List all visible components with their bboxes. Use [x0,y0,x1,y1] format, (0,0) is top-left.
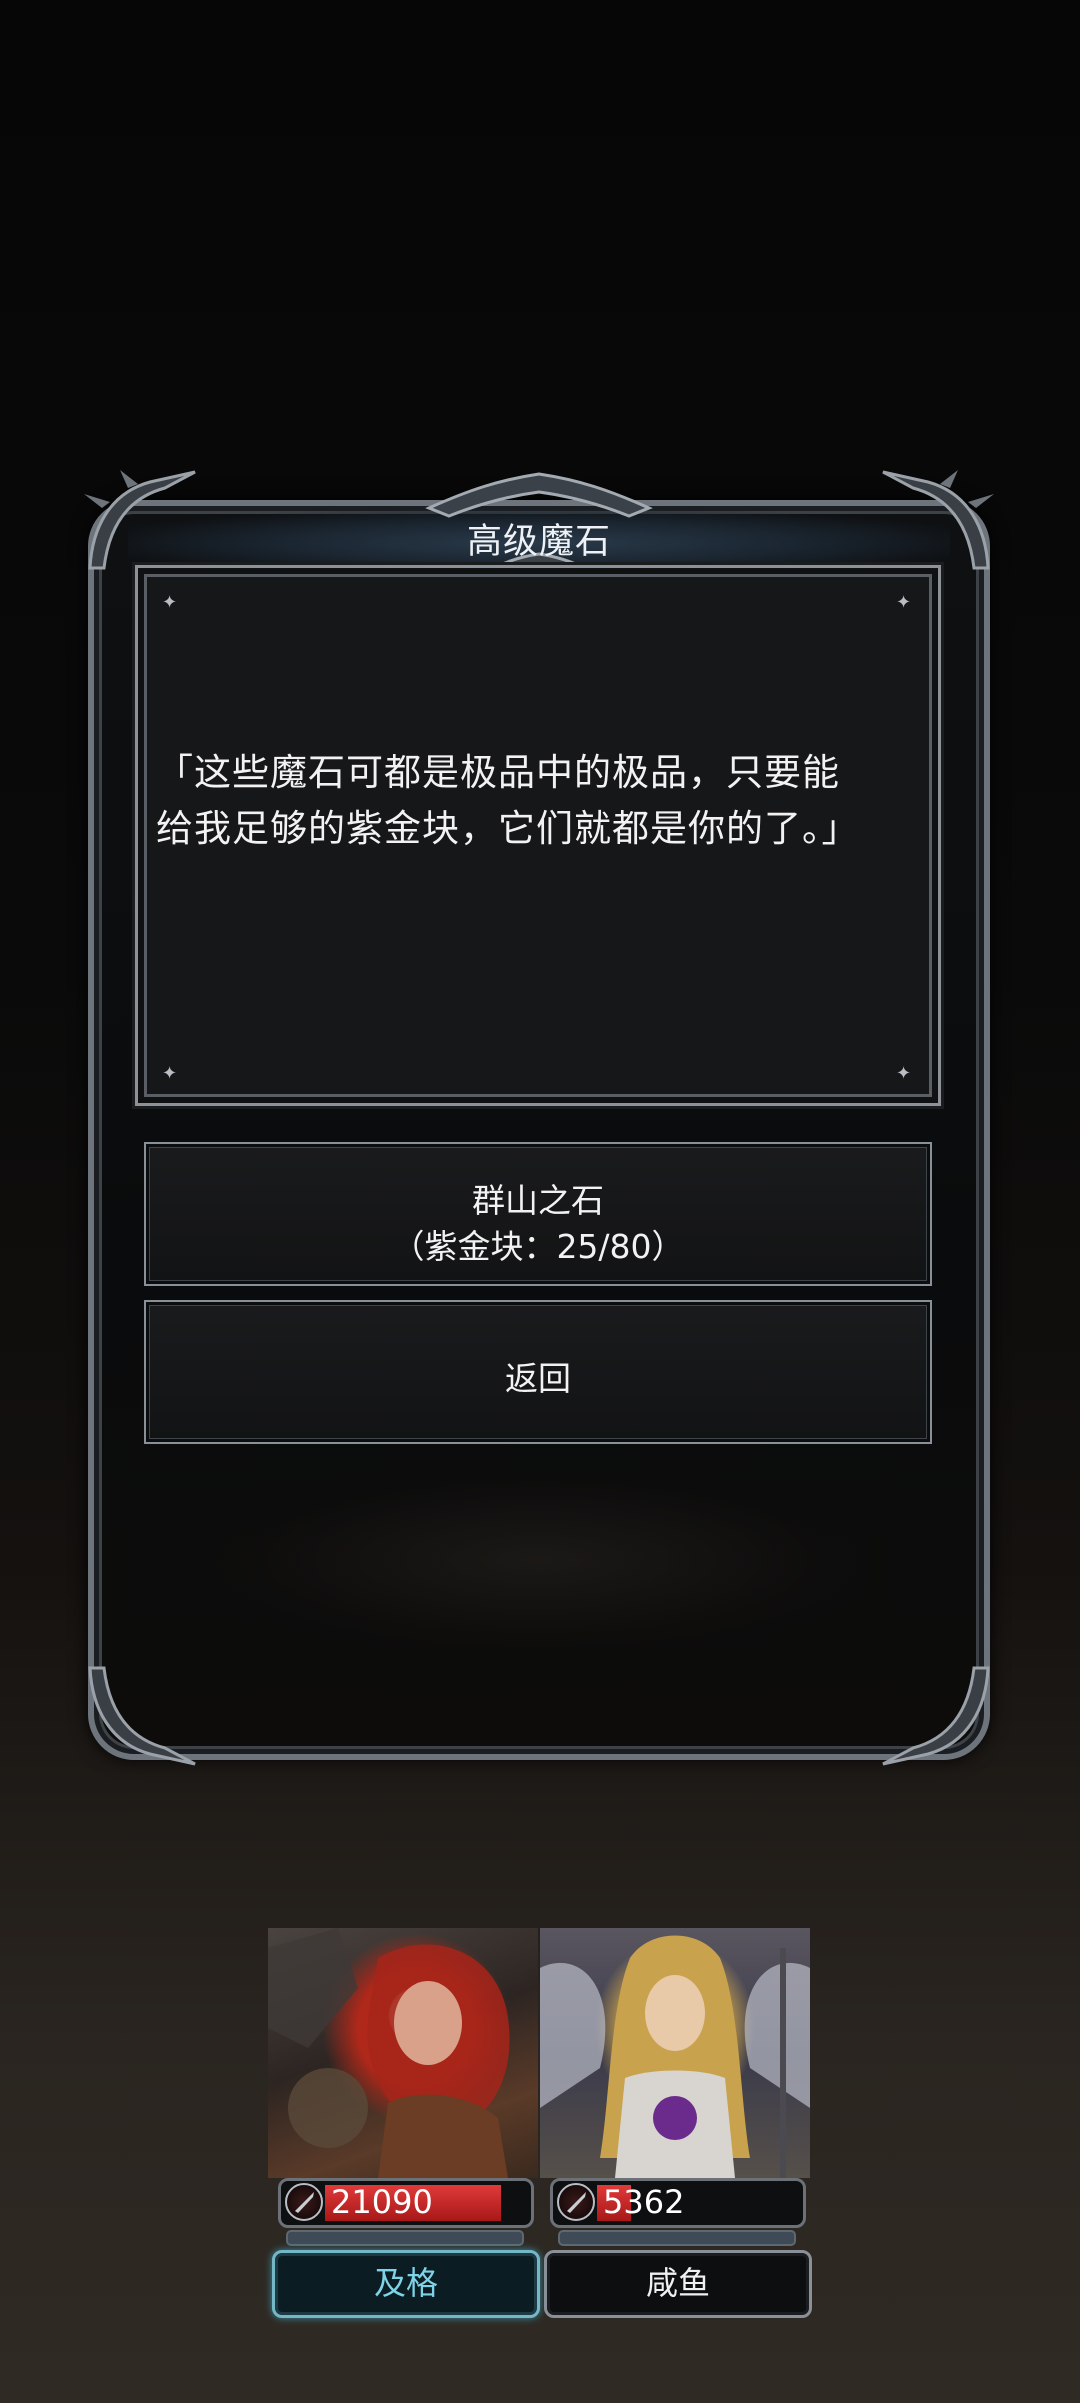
back-button[interactable]: 返回 [144,1300,932,1444]
party-member-name[interactable]: 咸鱼 [544,2250,812,2318]
hp-bar: 5362 [550,2178,806,2228]
background-rock [208,1470,868,1650]
dialog-text-box: ✦ ✦ ✦ ✦ 「这些魔石可都是极品中的极品，只要能 给我足够的紫金块，它们就都… [135,565,941,1106]
mp-bar [286,2230,524,2246]
sparkle-icon: ✦ [896,592,912,613]
party-member-card[interactable]: 5362 咸鱼 [540,1928,812,2318]
option-label: 返回 [505,1359,571,1398]
dialog-text: 「这些魔石可都是极品中的极品，只要能 给我足够的紫金块，它们就都是你的了。」 [156,751,860,850]
mp-bar [558,2230,796,2246]
party-member-card[interactable]: 21090 及格 [268,1928,540,2318]
party-bar: 21090 及格 5362 咸鱼 [268,1928,813,2318]
thorn-ornament-icon [882,1666,990,1766]
hero-portrait [540,1928,810,2178]
sparkle-icon: ✦ [896,1063,912,1084]
option-label: 群山之石 [472,1181,604,1220]
sparkle-icon: ✦ [162,592,178,613]
option-mountain-stone-button[interactable]: 群山之石 （紫金块：25/80） [144,1142,932,1286]
sparkle-icon: ✦ [162,1063,178,1084]
option-cost: （紫金块：25/80） [391,1227,685,1266]
hp-value: 21090 [331,2183,433,2221]
sword-shield-icon [285,2183,323,2221]
party-member-name[interactable]: 及格 [272,2250,540,2318]
sword-shield-icon [557,2183,595,2221]
dialog-title: 高级魔石 [466,522,611,562]
game-screen: 高级魔石 ✦ ✦ ✦ ✦ 「这些魔石可都是极品中的极品，只要能 给我足够的紫金块… [0,0,1080,2403]
hero-portrait [268,1928,538,2178]
hp-value: 5362 [603,2183,685,2221]
thorn-ornament-icon [88,1666,196,1766]
merchant-dialog: 高级魔石 ✦ ✦ ✦ ✦ 「这些魔石可都是极品中的极品，只要能 给我足够的紫金块… [84,470,994,1766]
hp-bar: 21090 [278,2178,534,2228]
